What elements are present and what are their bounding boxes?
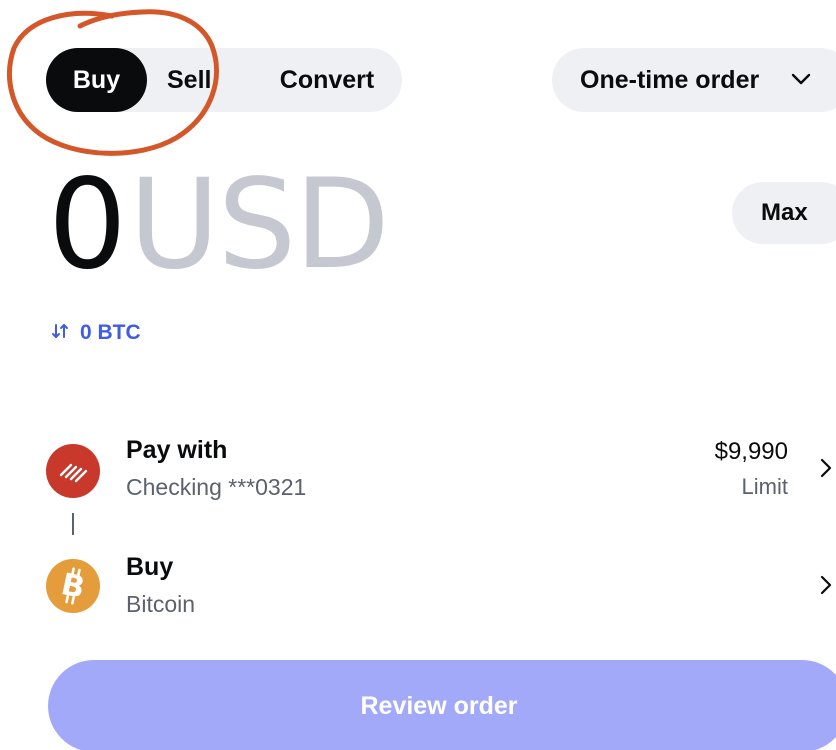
pay-with-title: Pay with — [126, 436, 228, 464]
order-type-label: One-time order — [580, 66, 760, 94]
order-type-dropdown[interactable]: One-time order — [552, 48, 836, 112]
chevron-right-icon — [820, 458, 832, 478]
review-order-label: Review order — [360, 692, 518, 720]
conversion-toggle[interactable]: 0 BTC — [50, 318, 141, 348]
tab-sell[interactable]: Sell — [167, 48, 225, 112]
chevron-right-icon — [820, 575, 832, 595]
max-button[interactable]: Max — [732, 182, 836, 244]
trade-type-tabs: Buy Sell Convert — [46, 48, 402, 112]
payment-account: Checking ***0321 — [126, 474, 307, 500]
chevron-down-icon — [791, 73, 811, 85]
row-connector — [72, 513, 74, 535]
amount-currency: USD — [128, 153, 390, 297]
review-order-button[interactable]: Review order — [48, 660, 836, 750]
amount-display[interactable]: 0USD — [48, 160, 390, 290]
limit-amount: $9,990 — [714, 438, 788, 465]
pay-with-row[interactable]: Pay with Checking ***0321 $9,990 Limit — [46, 428, 836, 508]
buy-asset-title: Buy — [126, 553, 174, 581]
bitcoin-icon: B — [46, 559, 100, 613]
limit-label: Limit — [741, 474, 788, 499]
trade-screen: Buy Sell Convert One-time order 0USD Max… — [0, 0, 836, 750]
conversion-label: 0 BTC — [80, 321, 141, 344]
asset-name: Bitcoin — [126, 591, 196, 617]
bank-logo-icon — [46, 444, 100, 498]
tab-convert[interactable]: Convert — [274, 48, 380, 112]
amount-value: 0 — [48, 153, 127, 297]
buy-asset-row[interactable]: B Buy Bitcoin — [46, 545, 836, 625]
swap-arrows-icon — [52, 324, 68, 339]
tab-buy[interactable]: Buy — [46, 48, 147, 112]
